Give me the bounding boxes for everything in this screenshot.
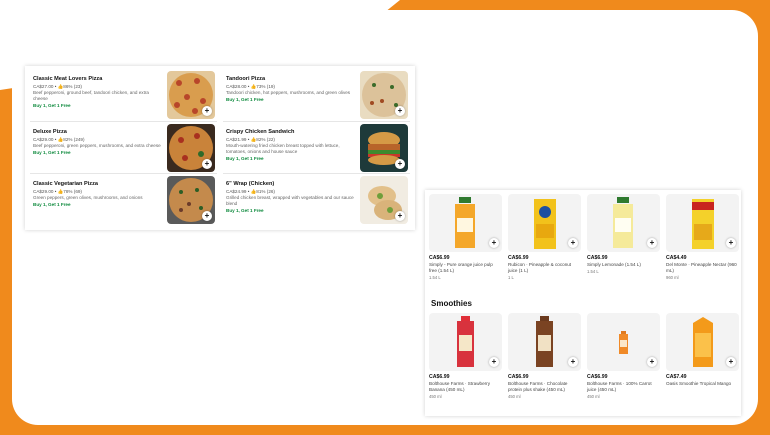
product-price: CA$7.49: [666, 374, 687, 380]
drinks-panel: + CA$6.99 Simply - Pure orange juice pul…: [425, 190, 741, 416]
product-image: +: [429, 313, 502, 371]
add-item-button[interactable]: +: [568, 238, 578, 248]
product-image: +: [508, 313, 581, 371]
product-size: 450 ml: [587, 394, 600, 399]
product-card[interactable]: + CA$6.99 Bolthouse Farms · Chocolate pr…: [508, 313, 581, 400]
product-price: CA$6.99: [587, 255, 608, 261]
add-item-button[interactable]: +: [647, 357, 657, 367]
item-price-rating: CA$29.00 • 👍78% (69): [33, 189, 82, 195]
item-description: Beef pepperoni, green peppers, mushrooms…: [33, 142, 161, 148]
product-card[interactable]: + CA$4.49 Del Monte · Pineapple Nectar (…: [666, 194, 739, 281]
product-size: 960 ml: [666, 275, 679, 280]
product-image: +: [587, 313, 660, 371]
product-name: Bolthouse Farms · 100% Carrot juice (450…: [587, 381, 652, 392]
add-item-button[interactable]: +: [202, 106, 212, 116]
product-size: 450 ml: [429, 394, 442, 399]
item-price-rating: CA$27.00 • 👍86% (23): [33, 84, 82, 89]
product-size: 450 ml: [508, 394, 521, 399]
add-item-button[interactable]: +: [202, 158, 212, 169]
item-image: +: [167, 176, 215, 225]
add-item-button[interactable]: +: [568, 357, 578, 367]
item-promo: Buy 1, Get 1 Free: [226, 208, 264, 214]
section-title: Smoothies: [431, 299, 472, 308]
menu-item[interactable]: Tandoori Pizza CA$28.00 • 👍73% (19) Tand…: [223, 69, 410, 122]
product-price: CA$6.99: [508, 255, 529, 261]
item-image: +: [167, 71, 215, 119]
item-description: Grilled chicken breast, wrapped with veg…: [226, 195, 354, 207]
menu-item[interactable]: Classic Meat Lovers Pizza CA$27.00 • 👍86…: [30, 69, 217, 122]
item-image: +: [360, 71, 408, 119]
item-price-rating: CA$21.99 • 👍82% (22): [226, 136, 275, 142]
product-card[interactable]: + CA$6.99 Bolthouse Farms · 100% Carrot …: [587, 313, 660, 400]
item-promo: Buy 1, Get 1 Free: [226, 97, 264, 102]
product-card[interactable]: + CA$6.99 Rubicon · Pineapple & coconut …: [508, 194, 581, 281]
menu-item[interactable]: Deluxe Pizza CA$29.00 • 👍82% (249) Beef …: [30, 122, 217, 175]
product-price: CA$4.49: [666, 255, 687, 261]
item-description: Beef pepperoni, ground beef, tandoori ch…: [33, 90, 149, 101]
menu-item[interactable]: Crispy Chicken Sandwich CA$21.99 • 👍82% …: [223, 122, 410, 175]
item-name: Classic Meat Lovers Pizza: [33, 76, 103, 82]
menu-item[interactable]: Classic Vegetarian Pizza CA$29.00 • 👍78%…: [30, 174, 217, 227]
add-item-button[interactable]: +: [647, 238, 657, 248]
product-name: Rubicon · Pineapple & coconut juice (1 L…: [508, 262, 572, 273]
product-name: Oasis Smoothie Tropical Mango: [666, 381, 732, 386]
item-promo: Buy 1, Get 1 Free: [33, 149, 71, 155]
product-name: Del Monte · Pineapple Nectar (960 mL): [666, 262, 737, 273]
item-image: +: [360, 176, 408, 225]
product-card[interactable]: + CA$6.99 Simply Lemonade (1.54 L) 1.54 …: [587, 194, 660, 281]
item-name: Tandoori Pizza: [226, 76, 266, 82]
product-card[interactable]: + CA$6.99 Bolthouse Farms · Strawberry B…: [429, 313, 502, 400]
drinks-row: + CA$6.99 Simply - Pure orange juice pul…: [429, 194, 739, 281]
item-price-rating: CA$24.99 • 👍81% (26): [226, 189, 275, 195]
product-image: +: [508, 194, 581, 252]
menu-item[interactable]: 6" Wrap (Chicken) CA$24.99 • 👍81% (26) G…: [223, 174, 410, 227]
smoothies-row: + CA$6.99 Bolthouse Farms · Strawberry B…: [429, 313, 739, 400]
add-item-button[interactable]: +: [395, 158, 405, 169]
add-item-button[interactable]: +: [726, 238, 736, 248]
product-card[interactable]: + CA$6.99 Simply - Pure orange juice pul…: [429, 194, 502, 281]
product-image: +: [587, 194, 660, 252]
item-promo: Buy 1, Get 1 Free: [226, 155, 264, 161]
product-price: CA$6.99: [429, 374, 450, 380]
product-name: Bolthouse Farms · Chocolate protein plus…: [508, 381, 568, 392]
menu-items-panel: Classic Meat Lovers Pizza CA$27.00 • 👍86…: [25, 66, 415, 230]
item-description: Mouth-watering fried chicken breast topp…: [226, 142, 340, 154]
product-image: +: [666, 313, 739, 371]
product-name: Simply - Pure orange juice pulp free (1.…: [429, 262, 493, 273]
product-size: 1 L: [508, 275, 514, 280]
item-price-rating: CA$29.00 • 👍82% (249): [33, 136, 85, 142]
product-image: +: [429, 194, 502, 252]
product-price: CA$6.99: [587, 374, 608, 380]
item-name: Deluxe Pizza: [33, 128, 67, 135]
add-item-button[interactable]: +: [489, 238, 499, 248]
product-card[interactable]: + CA$7.49 Oasis Smoothie Tropical Mango: [666, 313, 739, 400]
add-item-button[interactable]: +: [395, 106, 405, 116]
item-image: +: [360, 123, 408, 172]
product-price: CA$6.99: [508, 374, 529, 380]
product-price: CA$6.99: [429, 255, 450, 261]
add-item-button[interactable]: +: [726, 357, 736, 367]
product-name: Bolthouse Farms · Strawberry Banana (450…: [429, 381, 491, 392]
item-price-rating: CA$28.00 • 👍73% (19): [226, 84, 275, 89]
item-name: Crispy Chicken Sandwich: [226, 128, 295, 135]
product-image: +: [666, 194, 739, 252]
product-size: 1.54 L: [587, 269, 599, 274]
item-promo: Buy 1, Get 1 Free: [33, 202, 71, 208]
item-image: +: [167, 123, 215, 172]
add-item-button[interactable]: +: [489, 357, 499, 367]
item-promo: Buy 1, Get 1 Free: [33, 103, 71, 108]
item-name: 6" Wrap (Chicken): [226, 181, 275, 188]
item-name: Classic Vegetarian Pizza: [33, 181, 98, 188]
product-size: 1.54 L: [429, 275, 441, 280]
